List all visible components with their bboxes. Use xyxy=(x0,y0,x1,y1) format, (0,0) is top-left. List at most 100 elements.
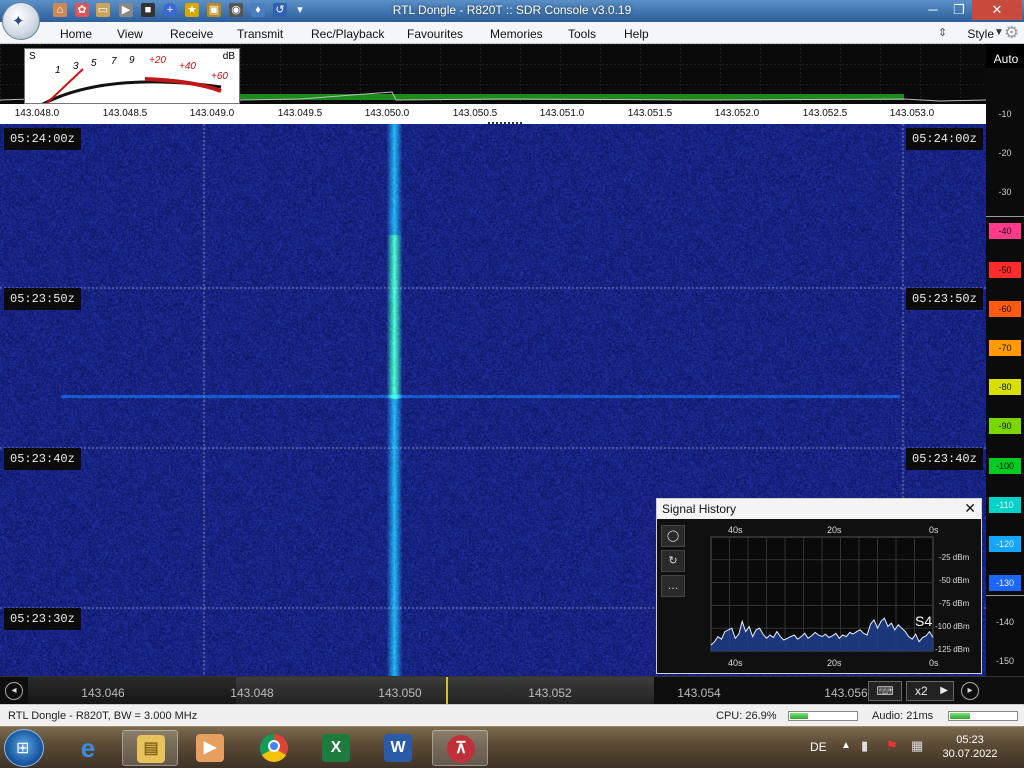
keyboard-icon[interactable]: ⌨ xyxy=(868,681,902,701)
menu-tools[interactable]: Tools xyxy=(568,27,596,41)
overview-freq: 143.048 xyxy=(230,686,274,700)
timestamp-left: 05:23:40z xyxy=(4,448,81,470)
overview-freq: 143.054 xyxy=(677,686,721,700)
tray-expand-icon[interactable]: ▲ xyxy=(841,740,851,751)
audio-meter xyxy=(948,711,1018,721)
app-menu-button[interactable]: ✦ xyxy=(2,2,40,40)
menu-memories[interactable]: Memories xyxy=(490,27,543,41)
s-scale-plus60: +60 xyxy=(211,71,228,82)
dbm-label: -50 dBm xyxy=(939,576,970,585)
time-tick-bottom: 0s xyxy=(929,658,939,668)
freq-tick: 143.049.0 xyxy=(189,108,235,119)
db-label: -20 xyxy=(998,148,1012,158)
db-color-swatch: -90 xyxy=(989,418,1021,434)
tray-network-icon[interactable]: ▦ xyxy=(911,738,923,754)
dbm-label: -100 dBm xyxy=(935,622,970,631)
clock-date: 30.07.2022 xyxy=(942,748,998,760)
folder-icon: ▤ xyxy=(137,735,165,763)
signal-history-close-icon[interactable]: ✕ xyxy=(964,500,976,517)
taskbar-chrome[interactable] xyxy=(246,730,302,766)
tuned-marker xyxy=(446,677,448,705)
media-player-icon: ▶ xyxy=(196,734,224,762)
signal-history-window[interactable]: Signal History ✕ ◯ ↻ … 40s 20s 0s 40s 20… xyxy=(656,498,982,674)
db-label: -10 xyxy=(998,109,1012,119)
menu-bar: Home View Receive Transmit Rec/Playback … xyxy=(0,22,1024,44)
taskbar-sdr-console[interactable]: ⊼ xyxy=(432,730,488,766)
s-reading: S4 xyxy=(915,613,933,629)
freq-tick: 143.053.0 xyxy=(889,108,935,119)
signal-history-title: Signal History xyxy=(662,502,737,516)
signal-history-header[interactable]: Signal History ✕ xyxy=(657,499,981,519)
s-unit-label: S xyxy=(29,51,36,62)
menu-home[interactable]: Home xyxy=(60,27,92,41)
input-language[interactable]: DE xyxy=(810,740,827,754)
style-dropdown-icon[interactable]: ▼ xyxy=(994,27,1004,38)
timestamp-right: 05:23:50z xyxy=(906,288,983,310)
word-icon: W xyxy=(384,734,412,762)
db-color-swatch: -130 xyxy=(989,575,1021,591)
system-clock[interactable]: 05:23 30.07.2022 xyxy=(934,733,1006,761)
menu-view[interactable]: View xyxy=(117,27,143,41)
menu-favourites[interactable]: Favourites xyxy=(407,27,463,41)
windows-logo-icon: ⊞ xyxy=(16,740,30,757)
zoom-x2-button[interactable]: x2 ▶ xyxy=(906,681,954,701)
freq-tick: 143.051.0 xyxy=(539,108,585,119)
db-label: -150 xyxy=(995,656,1014,666)
db-color-swatch: -70 xyxy=(989,340,1021,356)
time-tick-top: 0s xyxy=(929,525,939,535)
s-scale-7: 7 xyxy=(111,56,117,67)
frequency-overview-bar[interactable]: ◂ 143.046 143.048 143.050 143.052 143.05… xyxy=(0,676,1024,705)
s-scale-5: 5 xyxy=(91,58,97,69)
s-scale-plus20: +20 xyxy=(149,55,166,66)
taskbar-explorer[interactable]: ▤ xyxy=(122,730,178,766)
overview-view-window[interactable] xyxy=(236,677,654,705)
overview-freq: 143.056 xyxy=(824,686,868,700)
time-tick-top: 20s xyxy=(827,525,842,535)
taskbar-excel[interactable]: X xyxy=(308,730,364,766)
frequency-axis[interactable]: 143.048.0 143.048.5 143.049.0 143.049.5 … xyxy=(0,104,986,124)
internet-explorer-icon: e xyxy=(80,733,96,763)
freq-tick: 143.048.5 xyxy=(102,108,148,119)
freq-tick: 143.048.0 xyxy=(14,108,60,119)
freq-tick: 143.052.0 xyxy=(714,108,760,119)
time-tick-bottom: 20s xyxy=(827,658,842,668)
taskbar-media-player[interactable]: ▶ xyxy=(182,730,238,766)
freq-tick: 143.050.0 xyxy=(364,108,410,119)
menu-receive[interactable]: Receive xyxy=(170,27,213,41)
style-menu[interactable]: Style xyxy=(967,27,994,41)
window-title: RTL Dongle - R820T :: SDR Console v3.0.1… xyxy=(392,3,632,17)
menu-rec-playback[interactable]: Rec/Playback xyxy=(311,27,384,41)
taskbar-word[interactable]: W xyxy=(370,730,426,766)
db-color-swatch: -100 xyxy=(989,458,1021,474)
timestamp-left: 05:23:30z xyxy=(4,608,81,630)
time-tick-bottom: 40s xyxy=(728,658,743,668)
clock-time: 05:23 xyxy=(956,734,984,746)
device-status: RTL Dongle - R820T, BW = 3.000 MHz xyxy=(8,710,198,722)
auto-scale-button[interactable]: Auto xyxy=(988,50,1024,68)
settings-gear-icon[interactable]: ⚙ xyxy=(1004,23,1019,43)
taskbar-internet-explorer[interactable]: e xyxy=(60,730,116,766)
cpu-status: CPU: 26.9% xyxy=(716,710,777,722)
overview-freq: 143.052 xyxy=(528,686,572,700)
tray-device-icon[interactable]: ▮ xyxy=(861,738,868,754)
freq-tick: 143.050.5 xyxy=(452,108,498,119)
maximize-button[interactable]: ❐ xyxy=(944,0,974,20)
db-unit-label: dB xyxy=(222,51,235,62)
menu-transmit[interactable]: Transmit xyxy=(237,27,283,41)
dbm-label: -125 dBm xyxy=(935,645,970,654)
db-label: -140 xyxy=(995,617,1014,627)
style-arrows-icon: ⇕ xyxy=(938,27,948,39)
scroll-right-icon[interactable]: ▸ xyxy=(961,682,979,700)
excel-icon: X xyxy=(322,734,350,762)
tray-flag-icon[interactable]: ⚑ xyxy=(886,738,898,754)
sdr-console-icon: ⊼ xyxy=(447,735,475,763)
s-scale-9: 9 xyxy=(129,55,135,66)
scroll-left-icon[interactable]: ◂ xyxy=(5,682,23,700)
menu-help[interactable]: Help xyxy=(624,27,649,41)
start-button[interactable]: ⊞ xyxy=(4,729,44,767)
windows-taskbar: ⊞ e ▤ ▶ X W ⊼ DE ▲ ▮ ⚑ ▦ 05:23 30.07.202… xyxy=(0,726,1024,768)
spectrum-display[interactable]: S dB 1 3 5 7 9 +20 +40 +60 xyxy=(0,44,986,104)
audio-status: Audio: 21ms xyxy=(872,710,934,722)
timestamp-left: 05:24:00z xyxy=(4,128,81,150)
close-button[interactable]: ✕ xyxy=(972,0,1022,20)
